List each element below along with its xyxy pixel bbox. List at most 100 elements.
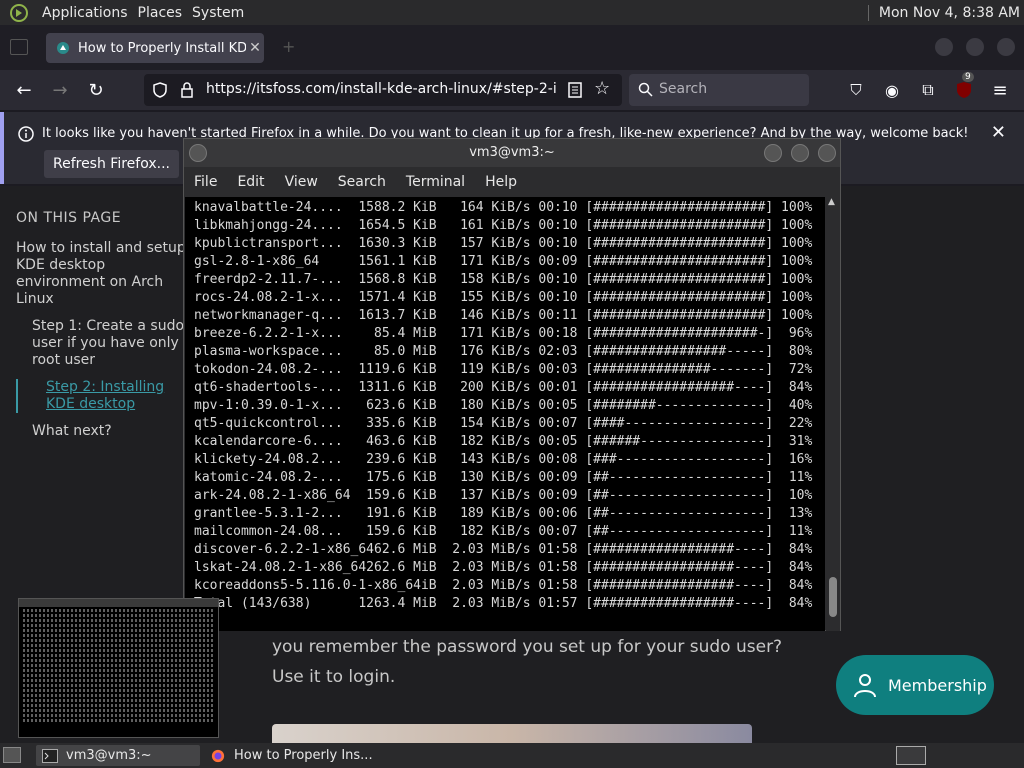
thumbnail-line (23, 704, 214, 707)
forward-icon[interactable]: → (48, 78, 72, 102)
membership-button[interactable]: Membership (836, 655, 994, 715)
terminal-icon (42, 748, 58, 763)
maximize-window-button[interactable] (966, 38, 984, 56)
table-of-contents: ON THIS PAGE How to install and setup KD… (16, 210, 186, 450)
bookmark-star-icon[interactable]: ☆ (594, 78, 610, 99)
thumbnail-line (23, 659, 214, 662)
toc-item-what-next[interactable]: What next? (16, 423, 186, 440)
terminal-menu-terminal[interactable]: Terminal (406, 174, 465, 190)
toc-item-step1[interactable]: Step 1: Create a sudo user if you have o… (16, 318, 186, 369)
reader-view-icon[interactable] (568, 82, 582, 98)
thumbnail-titlebar (19, 599, 218, 607)
terminal-line: plasma-workspace... 85.0 MiB 176 KiB/s 0… (194, 344, 813, 359)
terminal-line: qt6-shadertools-... 1311.6 KiB 200 KiB/s… (194, 380, 813, 395)
reload-icon[interactable]: ↻ (84, 78, 108, 102)
close-window-button[interactable] (997, 38, 1015, 56)
terminal-line: gsl-2.8-1-x86_64 1561.1 KiB 171 KiB/s 00… (194, 254, 813, 269)
extension-badge: 9 (962, 72, 974, 82)
hamburger-menu-icon[interactable]: ≡ (988, 78, 1012, 102)
search-bar[interactable]: Search (629, 74, 809, 106)
terminal-scrollbar[interactable]: ▲ (826, 197, 840, 631)
minimize-window-button[interactable] (935, 38, 953, 56)
article-line: Use it to login. (272, 667, 396, 687)
terminal-menu-help[interactable]: Help (485, 174, 517, 190)
thumbnail-line (23, 684, 214, 687)
task-firefox[interactable]: How to Properly Ins... (204, 745, 394, 766)
terminal-line: networkmanager-q... 1613.7 KiB 146 KiB/s… (194, 308, 813, 323)
thumbnail-line (23, 699, 214, 702)
window-thumbnail-preview[interactable] (18, 598, 219, 738)
terminal-title: vm3@vm3:~ (469, 145, 555, 160)
terminal-output[interactable]: knavalbattle-24.... 1588.2 KiB 164 KiB/s… (185, 197, 825, 631)
terminal-titlebar[interactable]: vm3@vm3:~ (184, 139, 840, 167)
task-label: How to Properly Ins... (234, 748, 373, 763)
new-tab-icon[interactable]: + (282, 37, 295, 56)
show-desktop-icon[interactable] (3, 747, 21, 763)
terminal-line: tokodon-24.08.2-... 1119.6 KiB 119 KiB/s… (194, 362, 813, 377)
terminal-menu-edit[interactable]: Edit (237, 174, 264, 190)
url-text: https://itsfoss.com/install-kde-arch-lin… (206, 81, 558, 97)
terminal-line: ark-24.08.2-1-x86_64 159.6 KiB 137 KiB/s… (194, 488, 813, 503)
terminal-line: libkmahjongg-24.... 1654.5 KiB 161 KiB/s… (194, 218, 813, 233)
thumbnail-line (23, 694, 214, 697)
ublock-extension-icon[interactable]: 9 (952, 72, 976, 102)
search-placeholder: Search (659, 81, 708, 97)
toc-item-install[interactable]: How to install and setup KDE desktop env… (16, 240, 186, 308)
terminal-line: kpublictransport... 1630.3 KiB 157 KiB/s… (194, 236, 813, 251)
toc-item-step2[interactable]: Step 2: Installing KDE desktop (16, 379, 186, 413)
thumbnail-line (23, 679, 214, 682)
thumbnail-line (23, 619, 214, 622)
terminal-menu-button[interactable] (189, 144, 207, 162)
thumbnail-line (23, 639, 214, 642)
search-icon (638, 82, 653, 97)
terminal-line: mailcommon-24.08... 159.6 KiB 182 KiB/s … (194, 524, 813, 539)
terminal-window[interactable]: vm3@vm3:~ File Edit View Search Terminal… (183, 138, 841, 631)
task-label: vm3@vm3:~ (66, 748, 152, 763)
terminal-menu-search[interactable]: Search (338, 174, 386, 190)
refresh-firefox-button[interactable]: Refresh Firefox... (44, 150, 179, 178)
url-bar[interactable]: https://itsfoss.com/install-kde-arch-lin… (144, 74, 622, 106)
thumbnail-line (23, 664, 214, 667)
back-icon[interactable]: ← (12, 78, 36, 102)
thumbnail-line (23, 719, 214, 722)
site-favicon-icon (57, 42, 69, 54)
tab-active[interactable]: How to Properly Install KDE ✕ (46, 33, 264, 63)
terminal-close-button[interactable] (818, 144, 836, 162)
menu-places[interactable]: Places (138, 5, 193, 21)
shield-icon[interactable] (152, 82, 168, 98)
scroll-up-icon[interactable]: ▲ (828, 197, 835, 207)
close-notification-icon[interactable]: ✕ (991, 122, 1006, 143)
menu-applications[interactable]: Applications (42, 5, 138, 21)
tab-title: How to Properly Install KDE (78, 40, 246, 56)
terminal-menubar: File Edit View Search Terminal Help (184, 167, 840, 197)
pocket-icon[interactable]: ⛉ (844, 78, 868, 102)
terminal-minimize-button[interactable] (764, 144, 782, 162)
account-icon[interactable]: ◉ (880, 78, 904, 102)
close-tab-icon[interactable]: ✕ (246, 40, 264, 56)
task-terminal[interactable]: vm3@vm3:~ (36, 745, 200, 766)
article-line: you remember the password you set up for… (272, 637, 783, 657)
thumbnail-line (23, 644, 214, 647)
user-icon (854, 674, 876, 698)
tab-bar: How to Properly Install KDE ✕ + (0, 25, 1024, 70)
terminal-line: klickety-24.08.2... 239.6 KiB 143 KiB/s … (194, 452, 813, 467)
thumbnail-content (19, 609, 218, 722)
workspace-switcher[interactable] (896, 746, 926, 765)
scrollbar-thumb[interactable] (829, 577, 837, 617)
clock[interactable]: Mon Nov 4, 8:38 AM (879, 5, 1020, 21)
thumbnail-line (23, 714, 214, 717)
terminal-maximize-button[interactable] (791, 144, 809, 162)
thumbnail-line (23, 634, 214, 637)
terminal-line: knavalbattle-24.... 1588.2 KiB 164 KiB/s… (194, 200, 813, 215)
lock-icon[interactable] (180, 82, 194, 98)
terminal-menu-file[interactable]: File (194, 174, 217, 190)
terminal-line: kcoreaddons5-5.116.0-1-x86_64iB 2.03 MiB… (194, 578, 813, 593)
list-all-tabs-icon[interactable] (10, 39, 28, 55)
thumbnail-line (23, 629, 214, 632)
navigation-toolbar: ← → ↻ https://itsfoss.com/install-kde-ar… (0, 70, 1024, 110)
terminal-line: lskat-24.08.2-1-x86_64262.6 MiB 2.03 MiB… (194, 560, 813, 575)
distro-logo-icon[interactable] (8, 2, 30, 24)
terminal-menu-view[interactable]: View (285, 174, 318, 190)
extensions-icon[interactable]: ⧉ (916, 78, 940, 102)
menu-system[interactable]: System (192, 5, 254, 21)
